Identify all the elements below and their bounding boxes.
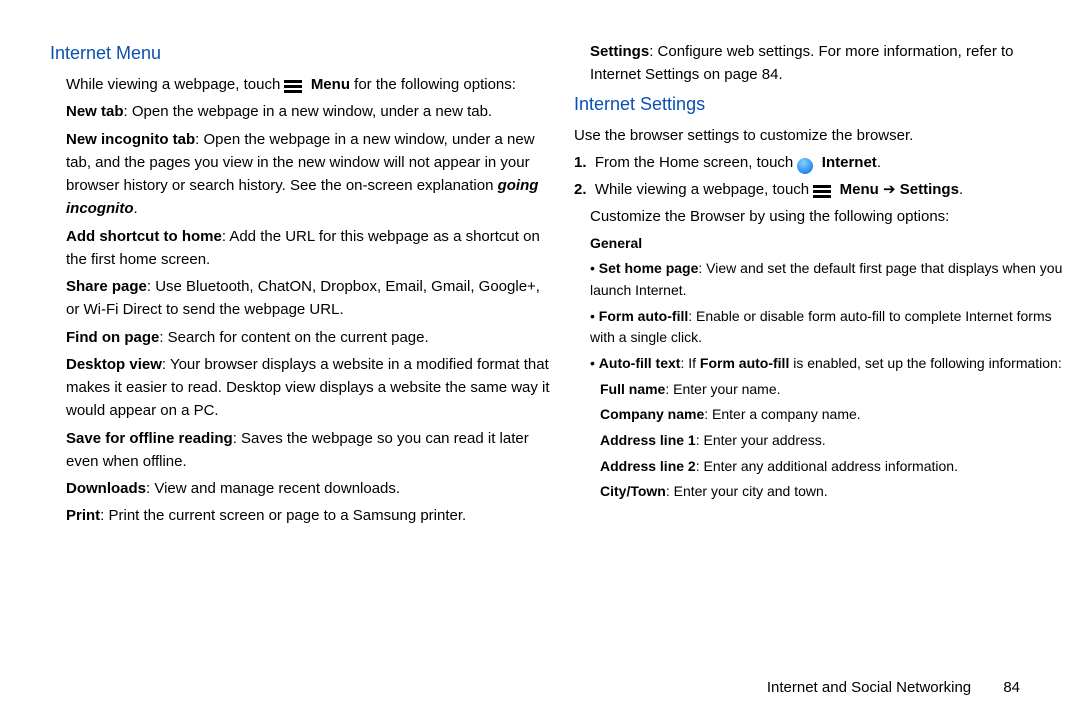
incognito-bold: New incognito tab [66,131,195,148]
footer-section: Internet and Social Networking [767,679,971,696]
intro-menu-bold: Menu [311,76,350,93]
share-bold: Share page [66,278,147,295]
downloads-text: : View and manage recent downloads. [146,480,400,497]
new-tab-text: : Open the webpage in a new window, unde… [124,103,493,120]
item-find-on-page: Find on page: Search for content on the … [66,326,550,349]
find-text: : Search for content on the current page… [159,329,428,346]
cn-text: : Enter a company name. [704,406,860,422]
fn-text: : Enter your name. [665,381,780,397]
cn-bold: Company name [600,406,704,422]
ct-bold: City/Town [600,483,666,499]
item-settings: Settings: Configure web settings. For mo… [590,40,1074,87]
settings-bold: Settings [590,43,649,60]
intro-text-a: While viewing a webpage, touch [66,76,284,93]
step-1: 1. From the Home screen, touch Internet. [574,151,1074,174]
item-print: Print: Print the current screen or page … [66,504,550,527]
step1-text-a: From the Home screen, touch [595,154,798,171]
item-incognito: New incognito tab: Open the webpage in a… [66,128,550,221]
menu-icon [813,185,831,199]
heading-internet-settings: Internet Settings [574,91,1074,118]
step2-dot: . [959,181,963,198]
settings-text-b: Internet Settings on page 84. [590,66,783,83]
step1-dot: . [877,154,881,171]
item-downloads: Downloads: View and manage recent downlo… [66,477,550,500]
bullet-form-autofill: • Form auto-fill: Enable or disable form… [590,306,1074,349]
desktop-bold: Desktop view [66,356,162,373]
step2-text-a: While viewing a webpage, touch [595,181,813,198]
right-column: Settings: Configure web settings. For mo… [574,40,1074,532]
globe-icon [797,158,813,174]
ct-text: : Enter your city and town. [666,483,828,499]
a2-bold: Address line 2 [600,458,696,474]
item-share-page: Share page: Use Bluetooth, ChatON, Dropb… [66,275,550,322]
step1-internet-bold: Internet [822,154,877,171]
bullet-autofill-text: • Auto-fill text: If Form auto-fill is e… [590,353,1074,375]
downloads-bold: Downloads [66,480,146,497]
left-column: Internet Menu While viewing a webpage, t… [50,40,550,532]
a1-bold: Address line 1 [600,432,696,448]
a1-text: : Enter your address. [696,432,826,448]
incognito-dot: . [134,200,138,217]
footer-page-number: 84 [1003,679,1020,696]
heading-internet-menu: Internet Menu [50,40,550,67]
add-shortcut-bold: Add shortcut to home [66,228,222,245]
bullet-set-home-page: • Set home page: View and set the defaul… [590,258,1074,301]
a2-text: : Enter any additional address informati… [696,458,958,474]
aft-bold2: Form auto-fill [700,355,789,371]
aft-bold: Auto-fill text [599,355,681,371]
intro-text-b: for the following options: [354,76,516,93]
shp-bold: Set home page [599,260,699,276]
sub-full-name: Full name: Enter your name. [600,379,1074,401]
fn-bold: Full name [600,381,665,397]
faf-bold: Form auto-fill [599,308,688,324]
item-save-offline: Save for offline reading: Saves the webp… [66,427,550,474]
save-bold: Save for offline reading [66,430,233,447]
general-heading: General [590,233,1074,255]
sub-address-1: Address line 1: Enter your address. [600,430,1074,452]
sub-city-town: City/Town: Enter your city and town. [600,481,1074,503]
item-add-shortcut: Add shortcut to home: Add the URL for th… [66,225,550,272]
sub-address-2: Address line 2: Enter any additional add… [600,456,1074,478]
menu-icon [284,80,302,94]
intro-line: While viewing a webpage, touch Menu for … [66,73,550,96]
item-desktop-view: Desktop view: Your browser displays a we… [66,353,550,423]
print-text: : Print the current screen or page to a … [100,507,466,524]
aft-text2: is enabled, set up the following informa… [789,355,1061,371]
new-tab-bold: New tab [66,103,124,120]
settings-intro: Use the browser settings to customize th… [574,124,1074,147]
step2-menu-bold: Menu [840,181,879,198]
item-new-tab: New tab: Open the webpage in a new windo… [66,100,550,123]
arrow-icon: ➔ [883,181,900,198]
page-columns: Internet Menu While viewing a webpage, t… [50,40,1080,532]
step2-settings-bold: Settings [900,181,959,198]
step-2: 2. While viewing a webpage, touch Menu ➔… [574,178,1074,201]
step2-num: 2. [574,181,587,198]
find-bold: Find on page [66,329,159,346]
page-footer: Internet and Social Networking 84 [767,679,1020,696]
sub-company-name: Company name: Enter a company name. [600,404,1074,426]
print-bold: Print [66,507,100,524]
aft-text1: : If [680,355,699,371]
step1-num: 1. [574,154,587,171]
settings-text-a: : Configure web settings. For more infor… [649,43,1013,60]
step-2-continue: Customize the Browser by using the follo… [590,205,1074,228]
